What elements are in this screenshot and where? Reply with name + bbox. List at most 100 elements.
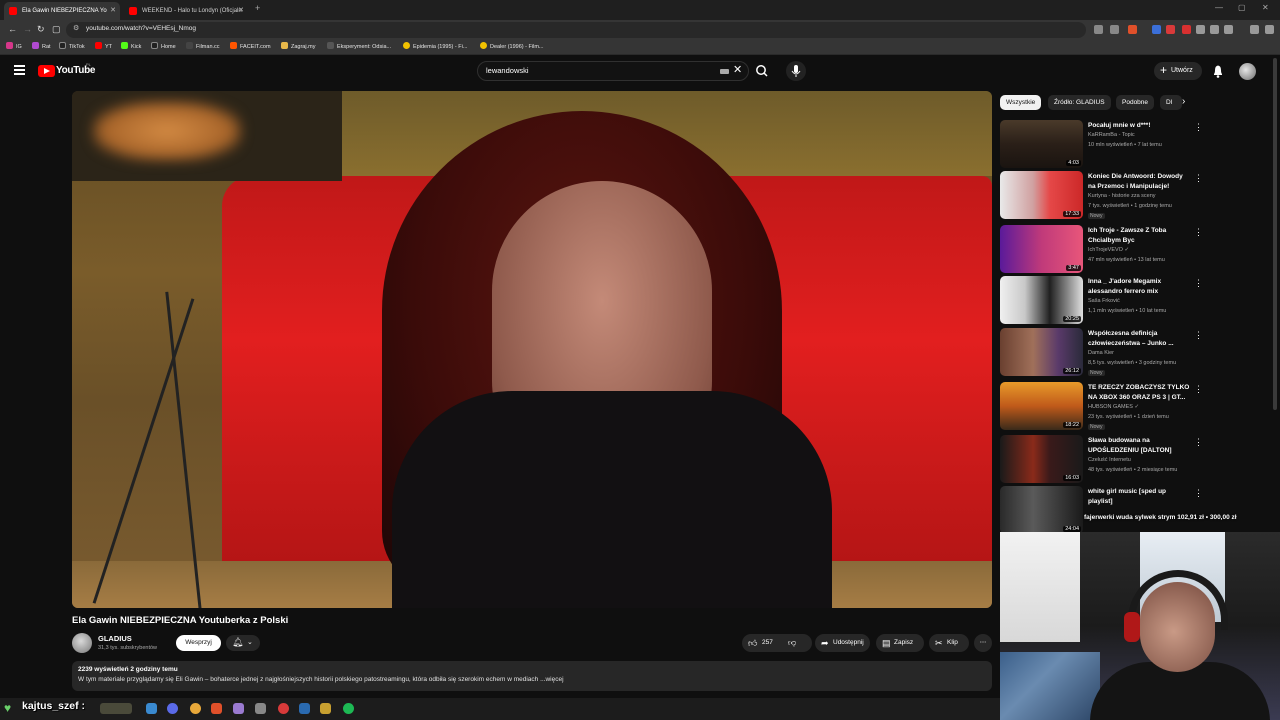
hamburger-menu-icon[interactable] — [14, 65, 25, 75]
chip-all[interactable]: Wszystkie — [1000, 95, 1042, 110]
more-vert-icon[interactable]: ⋮ — [1194, 384, 1203, 395]
bookmark-item[interactable]: Dealer (1996) - Film... — [480, 42, 544, 50]
reload-icon[interactable]: ↻ — [37, 24, 45, 35]
taskbar-app-icon[interactable] — [233, 703, 244, 714]
video-thumbnail[interactable]: 16:03 — [1000, 435, 1083, 483]
bookmark-item[interactable]: Zagraj.my — [281, 42, 315, 50]
more-vert-icon[interactable]: ⋮ — [1194, 227, 1203, 238]
tab-active[interactable]: Ela Gawin NIEBEZPIECZNA Yo ✕ — [4, 2, 120, 20]
back-icon[interactable]: ← — [8, 24, 17, 34]
tab-inactive[interactable]: WEEKEND - Halo tu Londyn (Oficjaln ✕ — [124, 2, 248, 20]
site-info-icon[interactable]: ⚙ — [73, 24, 79, 32]
close-window-icon[interactable]: ✕ — [1262, 3, 1269, 12]
extension-icon[interactable] — [1196, 25, 1205, 34]
extension-icon[interactable] — [1182, 25, 1191, 34]
create-button[interactable]: Utwórz — [1154, 61, 1202, 80]
video-thumbnail[interactable]: 18:22 — [1000, 382, 1083, 430]
spotify-icon[interactable] — [343, 703, 354, 714]
chevron-right-icon[interactable]: › — [1182, 96, 1185, 107]
recommendation-item[interactable]: 24:04 white girl music [sped up playlist… — [1000, 486, 1205, 536]
search-button[interactable] — [749, 61, 775, 81]
video-thumbnail[interactable]: 24:04 — [1000, 486, 1083, 534]
recommendation-item[interactable]: 20:25 Inna _ J'adore Megamix alessandro … — [1000, 276, 1205, 326]
search-input[interactable] — [486, 66, 706, 75]
bookmark-item[interactable]: IG — [6, 42, 22, 50]
minimize-icon[interactable]: — — [1215, 3, 1223, 12]
more-vert-icon[interactable]: ⋮ — [1194, 330, 1203, 341]
save-button[interactable]: ▤ Zapisz — [876, 634, 924, 652]
taskbar-app-icon[interactable] — [320, 703, 331, 714]
voice-search-button[interactable] — [786, 61, 806, 81]
url-field[interactable]: ⚙ youtube.com/watch?v=VEHEsj_Nmog — [66, 22, 1086, 38]
chrome-icon[interactable] — [190, 703, 201, 714]
playlist-icon[interactable] — [1250, 25, 1259, 34]
recommendation-item[interactable]: 26:12 Współczesna definicja człowieczeńs… — [1000, 328, 1205, 378]
more-vert-icon[interactable]: ⋮ — [1194, 437, 1203, 448]
bookmark-item[interactable]: Home — [151, 42, 176, 50]
close-tab-icon[interactable]: ✕ — [110, 2, 116, 20]
bookmark-icon[interactable]: ▢ — [52, 24, 61, 35]
more-vert-icon[interactable]: ⋮ — [1194, 122, 1203, 133]
recommendation-item[interactable]: 4:03 Pocałuj mnie w d***! KaRRamBa - Top… — [1000, 120, 1205, 170]
extension-icon[interactable] — [1152, 25, 1161, 34]
brave-shield-icon[interactable] — [1128, 25, 1137, 34]
extension-icon[interactable] — [1224, 25, 1233, 34]
share-page-icon[interactable] — [1110, 25, 1119, 34]
share-button[interactable]: ➦ Udostępnij — [815, 634, 870, 652]
more-vert-icon[interactable]: ⋮ — [1194, 488, 1203, 499]
description-box[interactable]: 2239 wyświetleń 2 godziny temu W tym mat… — [72, 661, 992, 691]
download-icon[interactable] — [1210, 25, 1219, 34]
chip-similar[interactable]: Podobne — [1116, 95, 1155, 110]
account-avatar[interactable] — [1239, 63, 1256, 80]
screen-icon[interactable] — [1094, 25, 1103, 34]
close-tab-icon[interactable]: ✕ — [238, 2, 244, 20]
notifications-bell-icon[interactable] — [1212, 64, 1224, 78]
video-thumbnail[interactable]: 20:25 — [1000, 276, 1083, 324]
chip-more[interactable]: Dl — [1160, 95, 1182, 110]
recommendation-item[interactable]: 3:47 Ich Troje - Zawsze Z Toba Chcialbym… — [1000, 225, 1205, 275]
notification-settings-button[interactable]: 🔔︎ ⌄ — [226, 635, 260, 651]
recommendation-item[interactable]: 17:33 Koniec Die Antwoord: Dowody na Prz… — [1000, 171, 1205, 221]
steam-icon[interactable] — [299, 703, 310, 714]
support-button[interactable]: Wesprzyj — [176, 635, 221, 651]
like-button[interactable]: 👍︎ 257 👎︎ — [742, 634, 812, 652]
bookmark-item[interactable]: YT — [95, 42, 112, 50]
video-thumbnail[interactable]: 3:47 — [1000, 225, 1083, 273]
maximize-icon[interactable]: ▢ — [1238, 3, 1246, 12]
clip-button[interactable]: ✂ Klip — [929, 634, 969, 652]
bookmark-item[interactable]: FACEIT.com — [230, 42, 271, 50]
bookmark-item[interactable]: TikTok — [59, 42, 85, 50]
video-thumbnail[interactable]: 17:33 — [1000, 171, 1083, 219]
video-thumbnail[interactable]: 26:12 — [1000, 328, 1083, 376]
taskbar-app-icon[interactable] — [146, 703, 157, 714]
youtube-logo-icon[interactable] — [38, 65, 55, 77]
clear-search-icon[interactable]: ✕ — [733, 63, 742, 76]
taskbar-app-icon[interactable] — [255, 703, 266, 714]
recommendation-item[interactable]: 16:03 Sława budowana na UPOŚLEDZENIU [DA… — [1000, 435, 1205, 485]
thumbs-down-icon[interactable]: 👎︎ — [788, 634, 796, 652]
taskbar-app-icon[interactable] — [278, 703, 289, 714]
keyboard-icon[interactable] — [720, 69, 729, 74]
menu-icon[interactable] — [1265, 25, 1274, 34]
more-vert-icon[interactable]: ⋮ — [1194, 278, 1203, 289]
discord-icon[interactable] — [167, 703, 178, 714]
recommendation-item[interactable]: 18:22 TE RZECZY ZOBACZYSZ TYLKO NA XBOX … — [1000, 382, 1205, 432]
page-scrollbar[interactable] — [1273, 58, 1277, 410]
extension-icon[interactable] — [1166, 25, 1175, 34]
bookmark-item[interactable]: Filman.cc — [186, 42, 220, 50]
bookmark-item[interactable]: Kick — [121, 42, 141, 50]
brave-icon[interactable] — [211, 703, 222, 714]
forward-icon[interactable]: → — [23, 24, 32, 34]
channel-avatar[interactable] — [72, 633, 92, 653]
chip-source[interactable]: Źródło: GLADIUS — [1048, 95, 1111, 110]
video-player[interactable] — [72, 91, 992, 608]
channel-name[interactable]: GLADIUS — [98, 634, 132, 643]
bookmark-item[interactable]: Rat — [32, 42, 51, 50]
more-vert-icon[interactable]: ⋮ — [1194, 173, 1203, 184]
search-box[interactable]: ✕ — [477, 61, 749, 81]
bookmark-item[interactable]: Eksperyment: Odsia... — [327, 42, 391, 50]
more-actions-button[interactable]: ⋯ — [974, 634, 992, 652]
bookmark-item[interactable]: Epidemia (1995) - Fi... — [403, 42, 467, 50]
new-tab-icon[interactable]: + — [255, 3, 260, 13]
video-thumbnail[interactable]: 4:03 — [1000, 120, 1083, 168]
